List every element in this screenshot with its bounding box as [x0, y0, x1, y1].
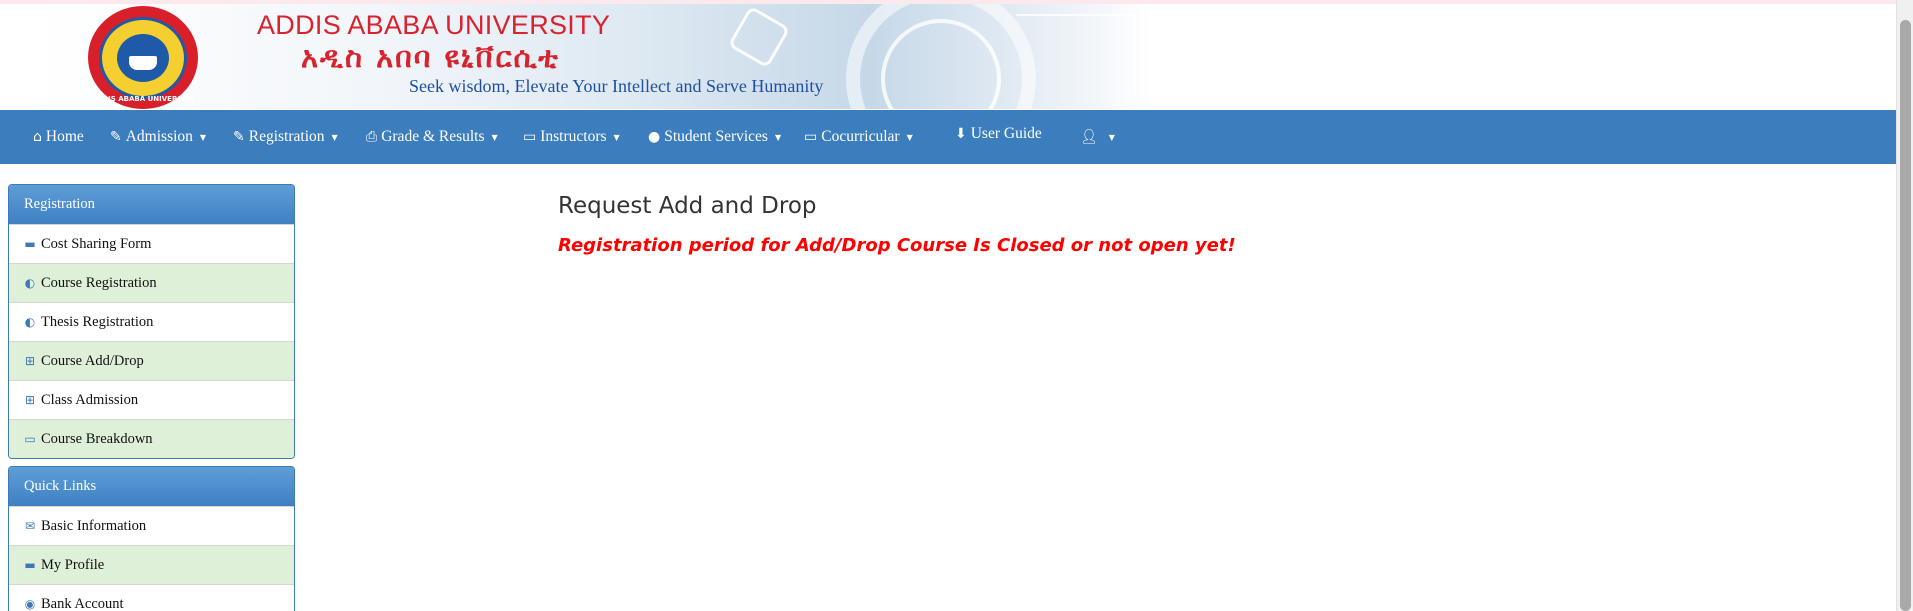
nav-grade-results[interactable]: ⎙ Grade & Results ▼	[366, 110, 498, 164]
logo-book-emblem	[117, 33, 169, 82]
scrollbar-thumb[interactable]	[1900, 20, 1911, 611]
sidebar-item-label: My Profile	[41, 556, 105, 573]
nav-home-label: Home	[45, 128, 84, 145]
plus-square-icon: ⊞	[24, 393, 36, 407]
briefcase-icon: ▬	[24, 237, 36, 251]
nav-student-services[interactable]: ● Student Services ▼	[648, 110, 781, 164]
folder-open-icon: ▭	[523, 129, 537, 145]
quick-links-panel-heading: Quick Links	[9, 467, 294, 506]
download-icon: ⬇	[955, 126, 967, 142]
caret-down-icon: ▼	[1108, 132, 1115, 142]
user-icon: 👤︎	[1080, 129, 1098, 145]
sidebar-item-label: Thesis Registration	[41, 313, 154, 330]
caret-down-icon: ▼	[906, 132, 913, 142]
vertical-scrollbar[interactable]	[1896, 0, 1913, 611]
university-name-english: ADDIS ABABA UNIVERSITY	[257, 10, 611, 40]
envelope-icon: ✉	[24, 519, 36, 533]
university-logo: ADDIS ABABA UNIVERSITY	[88, 6, 198, 109]
sidebar-item-label: Course Breakdown	[41, 430, 153, 447]
sidebar-item-my-profile[interactable]: ▬ My Profile	[9, 545, 294, 584]
nav-registration[interactable]: ✎ Registration ▼	[233, 110, 338, 164]
logo-ring	[99, 16, 187, 99]
adjust-icon: ◐	[24, 276, 36, 290]
sidebar-item-class-admission[interactable]: ⊞ Class Admission	[9, 380, 294, 419]
nav-admission[interactable]: ✎ Admission ▼	[110, 110, 206, 164]
nav-admission-label: Admission	[125, 128, 193, 145]
sidebar-item-label: Cost Sharing Form	[41, 235, 152, 252]
caret-down-icon: ▼	[331, 132, 338, 142]
folder-open-icon: ▭	[24, 432, 36, 446]
nav-cocurricular-label: Cocurricular	[821, 128, 900, 145]
main-navbar: ⌂ Home ✎ Admission ▼ ✎ Registration ▼ ⎙ …	[0, 110, 1896, 164]
university-motto: Seek wisdom, Elevate Your Intellect and …	[409, 76, 824, 96]
caret-down-icon: ▼	[774, 132, 782, 142]
sidebar-item-basic-information[interactable]: ✉ Basic Information	[9, 506, 294, 545]
sidebar-item-label: Basic Information	[41, 517, 147, 534]
edit-icon: ✎	[233, 129, 245, 145]
banner-decoration	[1016, 14, 1136, 94]
banner-decoration	[727, 5, 791, 69]
nav-cocurricular[interactable]: ▭ Cocurricular ▼	[804, 110, 913, 164]
nav-student-services-label: Student Services	[664, 128, 768, 145]
sidebar-item-course-add-drop[interactable]: ⊞ Course Add/Drop	[9, 341, 294, 380]
folder-open-icon: ▭	[804, 129, 818, 145]
sidebar-item-course-breakdown[interactable]: ▭ Course Breakdown	[9, 419, 294, 458]
tint-icon: ●	[648, 129, 661, 145]
briefcase-icon: ▬	[24, 558, 36, 572]
home-icon: ⌂	[33, 129, 42, 145]
registration-panel: Registration ▬ Cost Sharing Form ◐ Cours…	[8, 184, 295, 459]
print-icon: ⎙	[366, 129, 378, 145]
sidebar-item-label: Course Add/Drop	[41, 352, 144, 369]
nav-user-guide-label: User Guide	[970, 125, 1042, 142]
sidebar-item-course-registration[interactable]: ◐ Course Registration	[9, 263, 294, 302]
eye-icon: ◉	[24, 597, 36, 611]
registration-panel-heading: Registration	[9, 185, 294, 224]
nav-instructors-label: Instructors	[540, 128, 607, 145]
university-banner: ADDIS ABABA UNIVERSITY ADDIS ABABA UNIVE…	[36, 4, 1151, 109]
adjust-icon: ◐	[24, 315, 36, 329]
sidebar-item-label: Bank Account	[41, 595, 124, 611]
edit-icon: ✎	[110, 129, 122, 145]
sidebar-item-label: Class Admission	[41, 391, 139, 408]
plus-square-icon: ⊞	[24, 354, 36, 368]
nav-registration-label: Registration	[248, 128, 325, 145]
sidebar-item-bank-account[interactable]: ◉ Bank Account	[9, 584, 294, 611]
registration-closed-alert: Registration period for Add/Drop Course …	[558, 235, 1236, 256]
caret-down-icon: ▼	[199, 132, 207, 142]
caret-down-icon: ▼	[613, 132, 620, 142]
nav-user-guide[interactable]: ⬇ User Guide	[955, 107, 1042, 161]
university-name-amharic: አዲስ አበባ ዩኒቨርሲቲ	[301, 40, 560, 74]
nav-grade-results-label: Grade & Results	[381, 128, 485, 145]
nav-user-menu[interactable]: 👤︎ ▼	[1080, 110, 1115, 164]
logo-ring-text: ADDIS ABABA UNIVERSITY	[91, 95, 195, 103]
sidebar-item-thesis-registration[interactable]: ◐ Thesis Registration	[9, 302, 294, 341]
quick-links-panel: Quick Links ✉ Basic Information ▬ My Pro…	[8, 466, 295, 611]
sidebar-item-cost-sharing-form[interactable]: ▬ Cost Sharing Form	[9, 224, 294, 263]
nav-instructors[interactable]: ▭ Instructors ▼	[523, 110, 620, 164]
page-title: Request Add and Drop	[558, 193, 817, 219]
nav-home[interactable]: ⌂ Home	[33, 110, 84, 164]
caret-down-icon: ▼	[491, 132, 498, 142]
sidebar-item-label: Course Registration	[41, 274, 157, 291]
